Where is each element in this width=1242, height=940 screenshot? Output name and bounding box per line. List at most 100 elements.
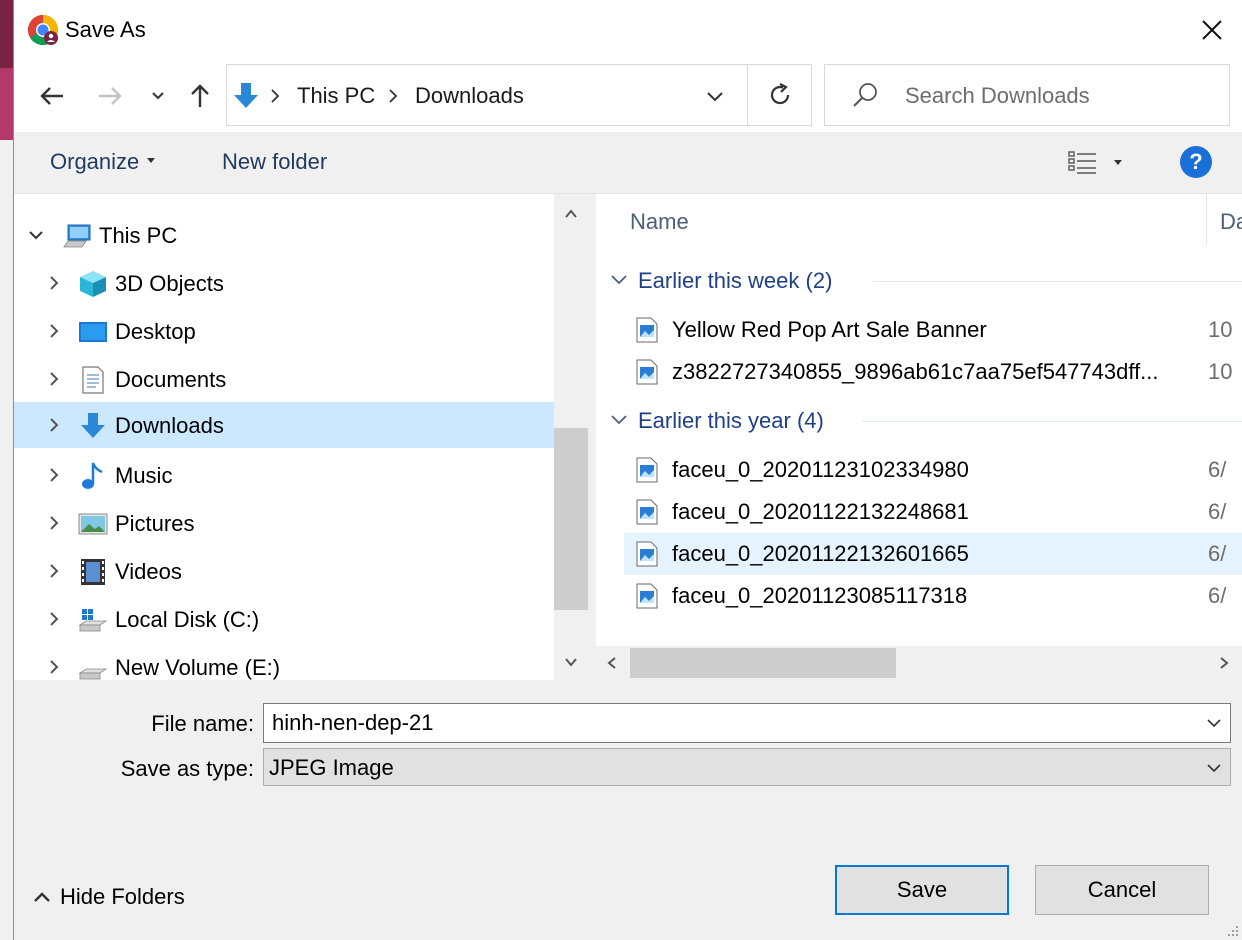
save-button[interactable]: Save [835, 865, 1009, 915]
local-disk-icon [78, 609, 108, 632]
save-as-type-label: Save as type: [120, 756, 254, 781]
background-window-header [0, 0, 13, 68]
chevron-right-icon[interactable] [46, 371, 62, 387]
file-date: 6/ [1208, 499, 1227, 524]
file-row[interactable]: z3822727340855_9896ab61c7aa75ef547743dff… [624, 351, 1242, 393]
view-options-caret-icon[interactable] [1114, 160, 1122, 165]
chevron-right-icon[interactable] [46, 275, 62, 291]
this-pc-icon [63, 224, 91, 248]
music-icon [82, 462, 103, 489]
group-header[interactable]: Earlier this week (2) [596, 259, 1242, 303]
documents-icon [82, 366, 104, 394]
chevron-right-icon[interactable] [46, 611, 62, 627]
new-folder-button[interactable]: New folder [222, 149, 327, 175]
search-input[interactable] [905, 81, 1215, 111]
caret-down-icon [147, 157, 156, 163]
chevron-right-icon[interactable] [46, 515, 62, 531]
drive-icon [78, 668, 108, 680]
breadcrumb-separator-icon [271, 89, 280, 103]
desktop-icon [79, 322, 107, 342]
tree-item-videos[interactable]: Videos [14, 548, 554, 594]
address-dropdown-button[interactable] [697, 83, 733, 111]
scroll-down-icon[interactable] [563, 654, 579, 670]
image-file-icon [636, 457, 658, 483]
column-divider[interactable] [1206, 194, 1207, 244]
downloads-icon [234, 83, 258, 108]
group-header[interactable]: Earlier this year (4) [596, 399, 1242, 443]
file-date: 10 [1208, 359, 1233, 384]
hide-folders-button[interactable]: Hide Folders [32, 882, 212, 914]
cancel-button[interactable]: Cancel [1035, 865, 1209, 915]
resize-grip-icon[interactable] [1224, 922, 1240, 938]
file-list-horizontal-scrollbar[interactable] [596, 646, 1242, 680]
chevron-right-icon[interactable] [46, 563, 62, 579]
image-file-icon [636, 359, 658, 385]
arrow-up-icon [191, 84, 209, 107]
recent-locations-button[interactable] [138, 78, 178, 114]
tree-label: Music [115, 463, 173, 488]
file-name-input[interactable] [272, 710, 1172, 736]
chevron-down-icon[interactable] [28, 227, 44, 243]
tree-item-3d-objects[interactable]: 3D Objects [14, 260, 554, 306]
tree-item-pictures[interactable]: Pictures [14, 500, 554, 546]
refresh-button[interactable] [748, 65, 812, 125]
chevron-right-icon[interactable] [46, 323, 62, 339]
organize-button[interactable]: Organize [50, 149, 156, 175]
background-window-band [0, 68, 13, 140]
address-bar[interactable]: This PC Downloads [226, 64, 812, 126]
chevron-right-icon[interactable] [46, 659, 62, 675]
file-row[interactable]: faceu_0_20201123085117318 6/ [624, 575, 1242, 617]
breadcrumb-this-pc[interactable]: This PC [297, 83, 375, 109]
file-row[interactable]: faceu_0_20201122132601665 6/ [624, 533, 1242, 575]
tree-item-local-disk-c[interactable]: Local Disk (C:) [14, 596, 554, 642]
chevron-right-icon[interactable] [46, 467, 62, 483]
tree-item-new-volume-e[interactable]: New Volume (E:) [14, 644, 554, 680]
file-name-field[interactable] [263, 703, 1231, 743]
scroll-right-icon[interactable] [1216, 655, 1232, 671]
scrollbar-thumb[interactable] [630, 648, 896, 678]
file-row[interactable]: Yellow Red Pop Art Sale Banner 10 [624, 309, 1242, 351]
save-as-type-select[interactable]: JPEG Image [263, 748, 1231, 786]
navigation-pane-scrollbar[interactable] [554, 194, 588, 680]
tree-label: Local Disk (C:) [115, 607, 260, 632]
arrow-right-icon [99, 87, 122, 105]
column-name-header[interactable]: Name [630, 209, 689, 235]
chevron-down-icon [707, 92, 723, 102]
chevron-down-icon[interactable] [610, 273, 628, 287]
tree-item-music[interactable]: Music [14, 452, 554, 498]
column-header: Name Da [596, 194, 1242, 250]
pane-splitter[interactable] [588, 194, 596, 680]
chevron-down-icon[interactable] [610, 413, 628, 427]
back-button[interactable] [32, 78, 72, 114]
breadcrumb-separator-icon [389, 89, 398, 103]
file-row[interactable]: faceu_0_20201123102334980 6/ [624, 449, 1242, 491]
column-date-header[interactable]: Da [1220, 209, 1242, 235]
close-button[interactable] [1181, 0, 1242, 60]
help-icon[interactable]: ? [1180, 146, 1212, 178]
group-label: Earlier this week (2) [638, 268, 833, 293]
search-box[interactable] [824, 64, 1230, 126]
tree-item-downloads[interactable]: Downloads [14, 402, 554, 448]
chevron-right-icon[interactable] [46, 417, 62, 433]
forward-button[interactable] [90, 78, 130, 114]
chevron-down-icon[interactable] [1204, 714, 1224, 732]
scrollbar-thumb[interactable] [554, 428, 588, 610]
tree-item-documents[interactable]: Documents [14, 356, 554, 402]
pictures-icon [78, 513, 108, 535]
chevron-down-icon [152, 92, 164, 100]
dialog-title: Save As [65, 17, 146, 42]
file-name: faceu_0_20201122132248681 [672, 499, 969, 524]
group-divider [872, 281, 1242, 282]
organize-label: Organize [50, 149, 140, 174]
breadcrumb-downloads[interactable]: Downloads [415, 83, 524, 109]
file-row[interactable]: faceu_0_20201122132248681 6/ [624, 491, 1242, 533]
scroll-up-icon[interactable] [563, 206, 579, 222]
file-name: faceu_0_20201122132601665 [672, 541, 969, 566]
view-options-icon[interactable] [1068, 150, 1098, 176]
up-button[interactable] [180, 78, 220, 114]
scroll-left-icon[interactable] [604, 655, 620, 671]
tree-item-desktop[interactable]: Desktop [14, 308, 554, 354]
image-file-icon [636, 583, 658, 609]
tree-item-this-pc[interactable]: This PC [14, 212, 554, 258]
chevron-down-icon[interactable] [1204, 759, 1224, 777]
